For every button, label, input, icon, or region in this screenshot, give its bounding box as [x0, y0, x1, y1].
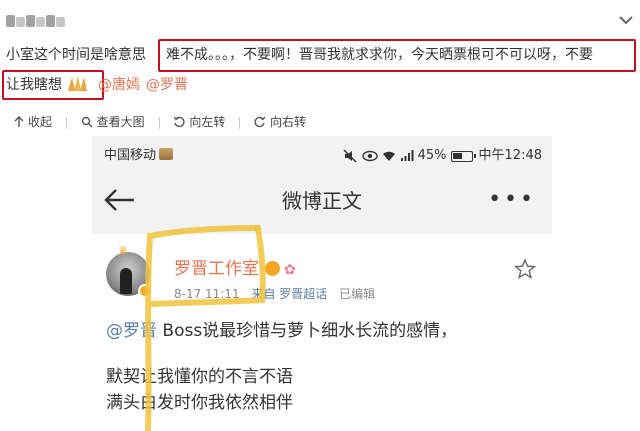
embedded-phone-screenshot[interactable]: 中国移动 45% 中午12:48 微博正文 ••• ♛ 罗晋工作室 ✿ 8-17 …	[92, 136, 552, 431]
arrow-up-icon	[14, 116, 24, 127]
vip-badge-icon	[265, 261, 280, 276]
post-body: @罗晋 Boss说最珍惜与萝卜细水长流的感情， 默契让我懂你的不言不语 满头白发…	[106, 318, 546, 416]
chevron-down-icon[interactable]	[616, 10, 636, 30]
comment-text-right: 难不成。。。，不要啊！晋哥我就求求你，今天晒票根可不可以呀，不要	[166, 47, 593, 63]
rotate-right-icon	[254, 116, 266, 128]
wifi-icon	[382, 151, 395, 161]
app-icon	[159, 148, 174, 160]
post-body-line: 满头白发时你我依然相伴	[106, 393, 293, 413]
status-bar: 中国移动 45% 中午12:48	[92, 142, 552, 170]
mention-link[interactable]: @唐嫣	[98, 77, 140, 93]
comment-text-second-line: 让我瞎想	[6, 77, 62, 93]
post-body-line: 默契让我懂你的不言不语	[106, 367, 293, 387]
post-meta: 8-17 11:11 来自 罗晋超话 已编辑	[174, 286, 383, 302]
edited-label: 已编辑	[339, 287, 376, 301]
battery-percentage: 45%	[417, 148, 447, 163]
rotate-left-label: 向左转	[189, 115, 226, 129]
clock: 中午12:48	[478, 148, 542, 163]
folded-hands-emoji-icon	[68, 76, 87, 91]
comment-line-1: 小室这个时间是啥意思	[6, 44, 146, 66]
divider	[65, 117, 67, 129]
rotate-right-button[interactable]: 向右转	[254, 112, 306, 132]
status-icons: 45% 中午12:48	[342, 142, 542, 170]
nav-bar: 微博正文 •••	[92, 176, 552, 226]
mute-icon	[343, 149, 357, 163]
comment-area: 小室这个时间是啥意思 难不成。。。，不要啊！晋哥我就求求你，今天晒票根可不可以呀…	[0, 0, 640, 100]
post-source[interactable]: 来自 罗晋超话	[251, 287, 327, 301]
signal-icon	[400, 150, 414, 161]
more-options-button[interactable]: •••	[488, 188, 536, 212]
eye-icon	[361, 150, 378, 162]
image-toolbar: 收起 查看大图 向左转 向右转	[14, 112, 320, 132]
flower-icon: ✿	[284, 262, 296, 278]
rotate-left-icon	[173, 116, 185, 128]
carrier: 中国移动	[104, 142, 174, 170]
magnifier-icon	[81, 116, 93, 128]
comment-line-2: 让我瞎想 @唐嫣 @罗晋	[6, 74, 188, 96]
divider	[239, 117, 241, 129]
mention-link[interactable]: @罗晋	[146, 77, 188, 93]
divider	[158, 117, 160, 129]
view-large-label: 查看大图	[96, 115, 145, 129]
post-body-text: Boss说最珍惜与萝卜细水长流的感情，	[157, 321, 458, 341]
collapse-button[interactable]: 收起	[14, 112, 52, 132]
blurred-username	[6, 12, 72, 27]
post-card: ♛ 罗晋工作室 ✿ 8-17 11:11 来自 罗晋超话 已编辑 @罗晋 Boss…	[92, 234, 552, 431]
mention-link[interactable]: @罗晋	[106, 321, 157, 341]
comment-text-left: 小室这个时间是啥意思	[6, 47, 146, 63]
battery-icon	[450, 150, 476, 162]
poster-name[interactable]: 罗晋工作室	[174, 259, 259, 279]
view-large-button[interactable]: 查看大图	[81, 112, 145, 132]
page-title: 微博正文	[282, 189, 362, 213]
rotate-right-label: 向右转	[270, 115, 307, 129]
crown-icon: ♛	[118, 244, 128, 257]
rotate-left-button[interactable]: 向左转	[173, 112, 225, 132]
post-time: 8-17 11:11	[174, 287, 240, 301]
post-body-line: @罗晋 Boss说最珍惜与萝卜细水长流的感情，	[106, 318, 546, 344]
verified-badge-icon	[138, 284, 152, 298]
carrier-label: 中国移动	[104, 148, 157, 163]
star-icon[interactable]	[514, 258, 536, 280]
collapse-label: 收起	[28, 115, 53, 129]
poster-name-row: 罗晋工作室 ✿	[174, 258, 296, 281]
